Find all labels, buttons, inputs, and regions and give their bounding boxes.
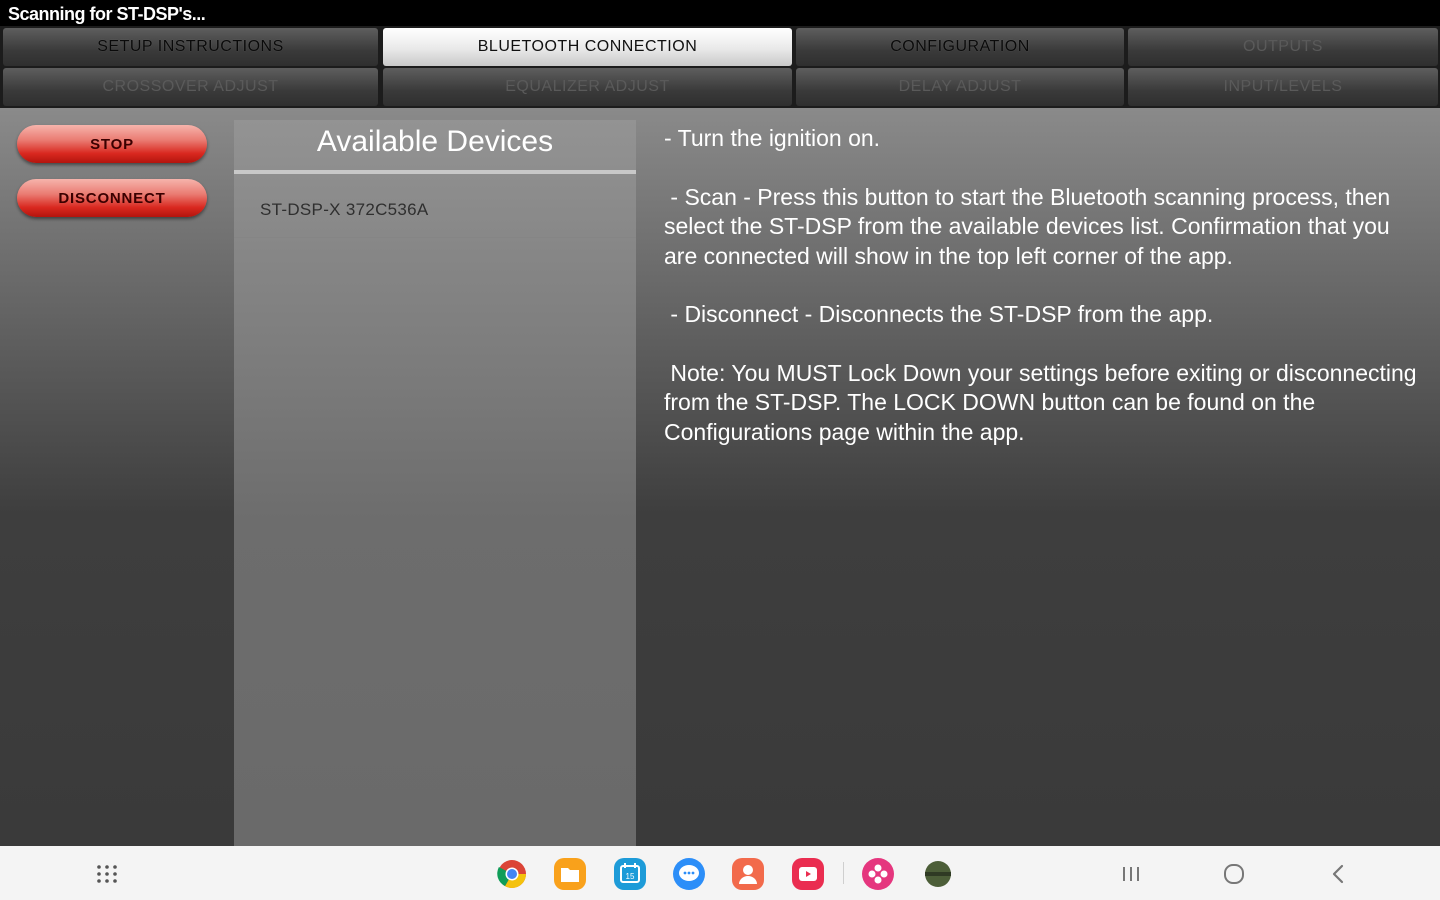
instructions-text: - Turn the ignition on. - Scan - Press t… xyxy=(664,124,1424,447)
navigation-bar: 15 xyxy=(0,846,1440,900)
home-icon[interactable] xyxy=(1219,859,1249,889)
video-icon[interactable] xyxy=(791,857,825,891)
tab-bluetooth-connection[interactable]: BLUETOOTH CONNECTION xyxy=(383,28,792,66)
tab-input-levels[interactable]: INPUT/LEVELS xyxy=(1128,68,1438,106)
instruction-ignition: - Turn the ignition on. xyxy=(664,125,881,151)
files-icon[interactable] xyxy=(553,857,587,891)
tab-label: CROSSOVER ADJUST xyxy=(102,78,279,95)
devices-divider xyxy=(234,170,636,174)
tab-label: DELAY ADJUST xyxy=(898,78,1022,95)
tab-label: BLUETOOTH CONNECTION xyxy=(477,38,698,55)
tab-crossover-adjust[interactable]: CROSSOVER ADJUST xyxy=(3,68,378,106)
recent-apps-icon[interactable] xyxy=(1116,859,1146,889)
instruction-note: Note: You MUST Lock Down your settings b… xyxy=(664,359,1423,445)
game-icon[interactable] xyxy=(921,857,955,891)
calendar-icon[interactable]: 15 xyxy=(613,857,647,891)
dock-divider xyxy=(843,862,844,884)
chrome-icon[interactable] xyxy=(495,857,529,891)
messages-icon[interactable] xyxy=(672,857,706,891)
device-name: ST-DSP-X 372C536A xyxy=(260,200,429,219)
instruction-disconnect: - Disconnect - Disconnects the ST-DSP fr… xyxy=(664,301,1214,327)
tab-label: INPUT/LEVELS xyxy=(1223,78,1343,95)
gallery-icon[interactable] xyxy=(861,857,895,891)
tab-outputs[interactable]: OUTPUTS xyxy=(1128,28,1438,66)
main-panel: STOP DISCONNECT Available Devices ST-DSP… xyxy=(0,108,1440,846)
tab-configuration[interactable]: CONFIGURATION xyxy=(796,28,1124,66)
back-icon[interactable] xyxy=(1323,859,1353,889)
device-list-item[interactable]: ST-DSP-X 372C536A xyxy=(234,176,636,238)
instruction-scan: - Scan - Press this button to start the … xyxy=(664,183,1397,269)
app-drawer-icon[interactable] xyxy=(92,859,122,889)
connection-status: Scanning for ST-DSP's... xyxy=(8,4,206,24)
stop-button[interactable]: STOP xyxy=(17,125,207,163)
tab-equalizer-adjust[interactable]: EQUALIZER ADJUST xyxy=(383,68,792,106)
tab-label: OUTPUTS xyxy=(1243,38,1323,55)
contacts-icon[interactable] xyxy=(731,857,765,891)
tab-label: CONFIGURATION xyxy=(890,38,1030,55)
tab-bar: SETUP INSTRUCTIONS BLUETOOTH CONNECTION … xyxy=(0,26,1440,108)
tab-delay-adjust[interactable]: DELAY ADJUST xyxy=(796,68,1124,106)
tab-label: SETUP INSTRUCTIONS xyxy=(97,38,284,55)
devices-title: Available Devices xyxy=(316,125,554,158)
svg-text:15: 15 xyxy=(626,872,635,881)
tab-label: EQUALIZER ADJUST xyxy=(505,78,670,95)
disconnect-button[interactable]: DISCONNECT xyxy=(17,179,207,217)
status-bar: Scanning for ST-DSP's... xyxy=(0,0,1440,26)
tab-setup-instructions[interactable]: SETUP INSTRUCTIONS xyxy=(3,28,378,66)
available-devices-panel: Available Devices ST-DSP-X 372C536A xyxy=(234,120,636,846)
